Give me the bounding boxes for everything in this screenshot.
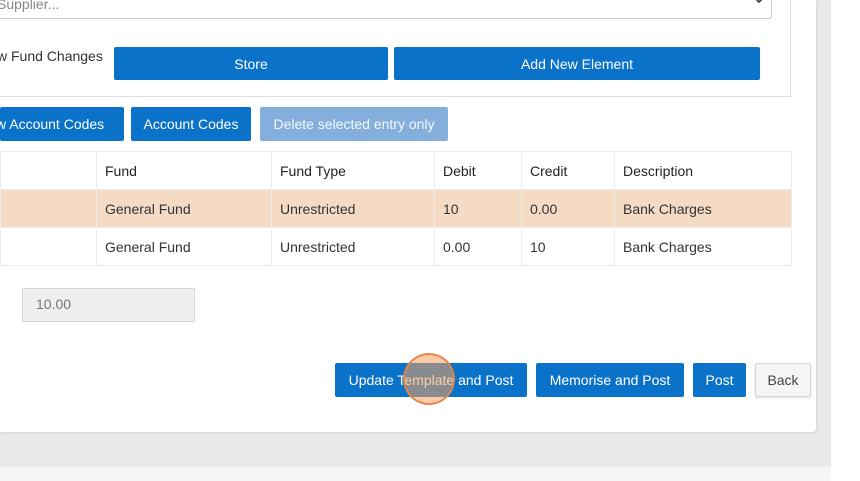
fund-cell: General Fund: [96, 189, 272, 228]
supplier-select-value: Supplier...: [0, 0, 60, 12]
column-header-fund[interactable]: Fund: [96, 151, 272, 190]
memorise-and-post-button[interactable]: Memorise and Post: [536, 363, 684, 397]
fund-type-cell: Unrestricted: [271, 189, 435, 228]
table-row[interactable]: General Fund Unrestricted 10 0.00 Bank C…: [0, 189, 792, 228]
fund-type-cell: Unrestricted: [271, 227, 435, 266]
column-header: [0, 151, 97, 190]
form-card: Supplier... w Fund Changes Store Add New…: [0, 0, 816, 432]
fund-cell: General Fund: [96, 227, 272, 266]
table-row[interactable]: General Fund Unrestricted 0.00 10 Bank C…: [0, 227, 792, 266]
page-footer-strip: [0, 467, 831, 481]
debit-cell: 10: [434, 189, 522, 228]
journal-lines-table: Fund Fund Type Debit Credit Description …: [0, 151, 792, 266]
store-button[interactable]: Store: [114, 47, 388, 80]
credit-cell: 0.00: [521, 189, 615, 228]
row-cell: [0, 227, 97, 266]
delete-selected-entry-button[interactable]: Delete selected entry only: [260, 107, 448, 141]
journal-entry-panel: Supplier... w Fund Changes Store Add New…: [0, 0, 791, 97]
credit-cell: 10: [521, 227, 615, 266]
column-header-description[interactable]: Description: [614, 151, 792, 190]
add-new-element-button[interactable]: Add New Element: [394, 47, 760, 80]
table-header-row: Fund Fund Type Debit Credit Description: [0, 151, 792, 190]
post-button[interactable]: Post: [693, 363, 746, 397]
debit-cell: 0.00: [434, 227, 522, 266]
description-cell: Bank Charges: [614, 227, 792, 266]
fund-changes-label: w Fund Changes: [0, 48, 103, 64]
chevron-down-icon: [755, 0, 763, 4]
description-cell: Bank Charges: [614, 189, 792, 228]
account-codes-button[interactable]: Account Codes: [131, 107, 251, 141]
back-button[interactable]: Back: [755, 363, 811, 397]
supplier-select[interactable]: Supplier...: [0, 0, 772, 19]
page-gutter: [831, 0, 860, 481]
new-account-codes-label: w Account Codes: [0, 116, 105, 132]
new-account-codes-button[interactable]: w Account Codes: [0, 107, 124, 141]
column-header-credit[interactable]: Credit: [521, 151, 615, 190]
total-amount-field: 10.00: [22, 288, 195, 322]
column-header-fund-type[interactable]: Fund Type: [271, 151, 435, 190]
update-template-and-post-button[interactable]: Update Template and Post: [335, 363, 527, 397]
row-cell: [0, 189, 97, 228]
column-header-debit[interactable]: Debit: [434, 151, 522, 190]
